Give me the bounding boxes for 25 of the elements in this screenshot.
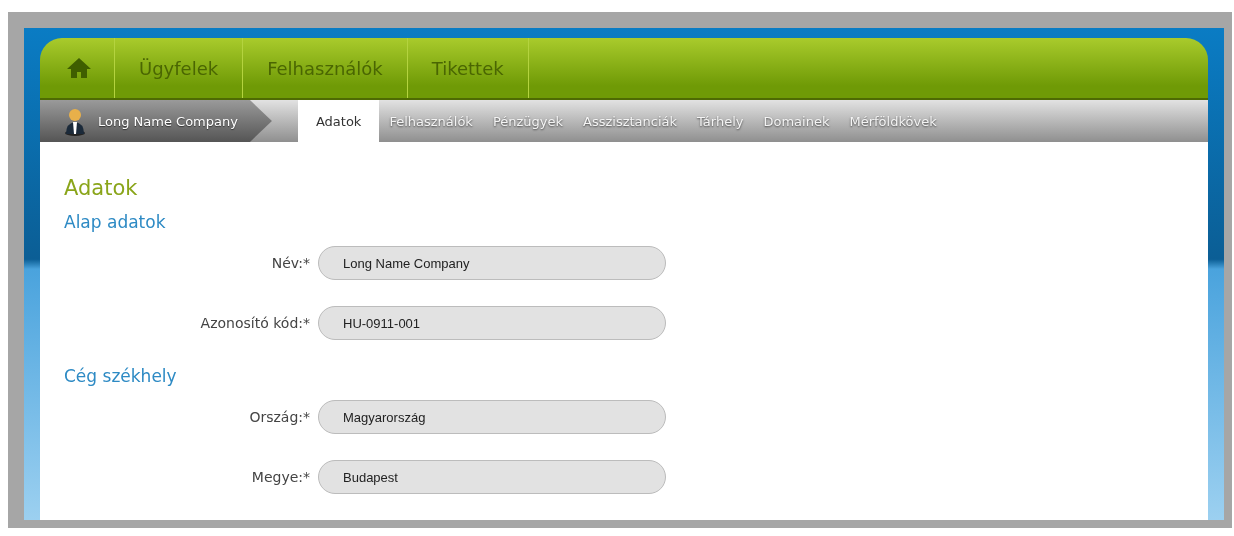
tab[interactable]: Pénzügyek [482,100,574,142]
input-field[interactable]: Magyarország [318,400,666,434]
tab[interactable]: Mérföldkövek [839,100,947,142]
tab[interactable]: Tárhely [687,100,754,142]
section-title: Cég székhely [64,366,178,386]
nav-link[interactable]: Tikettek [407,38,529,98]
company-name: Long Name Company [98,113,238,129]
tab[interactable]: Domainek [753,100,840,142]
field-label: Azonosító kód:* [199,315,311,331]
field-label: Ország:* [248,409,311,425]
company-breadcrumb[interactable]: Long Name Company [40,100,272,142]
section-title: Alap adatok [64,212,167,232]
input-field[interactable]: Long Name Company [318,246,666,280]
nav-link[interactable]: Ügyfelek [115,38,244,98]
page-title: Adatok [64,176,139,200]
tab[interactable]: Asszisztanciák [573,100,688,142]
input-field[interactable]: Budapest [318,460,666,494]
nav-link[interactable]: Felhasználók [243,38,408,98]
input-field[interactable]: HU-0911-001 [318,306,666,340]
person-icon [64,106,86,136]
field-label: Megye:* [250,469,311,485]
tab[interactable]: Adatok [297,100,380,142]
tab[interactable]: Felhasználók [379,100,483,142]
home-icon [66,57,92,79]
field-label: Név:* [270,255,311,271]
